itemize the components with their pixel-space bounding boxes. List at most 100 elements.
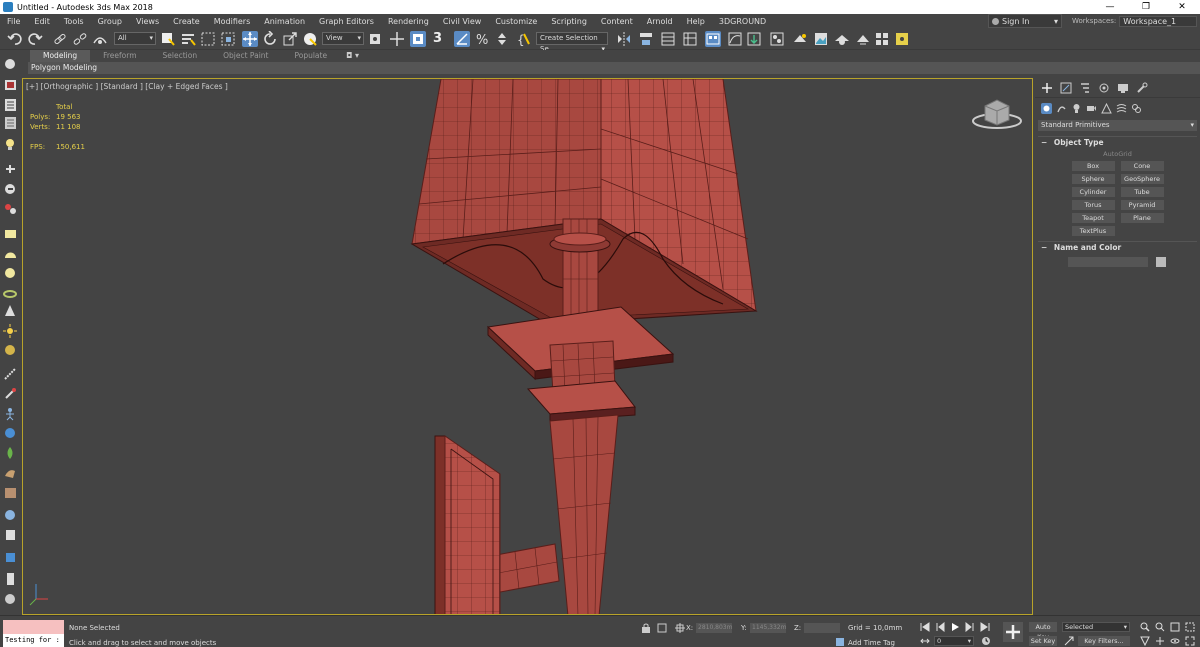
maxscript-mini-listener[interactable]: Testing for : (3, 634, 64, 647)
spinner-snap-icon[interactable] (494, 31, 510, 47)
tab-populate[interactable]: Populate (281, 50, 340, 62)
zoom-icon[interactable] (1140, 622, 1150, 632)
key-mode-icon[interactable] (920, 636, 930, 646)
viewport-layout-icon[interactable] (3, 57, 18, 71)
next-frame-icon[interactable] (965, 622, 975, 632)
viewport-label-menu[interactable]: [+] [Orthographic ] [Standard ] [Clay + … (26, 82, 228, 91)
biped-icon[interactable] (3, 407, 18, 421)
workspace-dropdown[interactable]: Workspace_1 (1119, 15, 1198, 27)
perspective-viewport[interactable]: [+] [Orthographic ] [Standard ] [Clay + … (22, 78, 1033, 615)
close-icon[interactable]: ✕ (1164, 0, 1200, 14)
phone-icon[interactable] (3, 572, 18, 586)
cone-icon[interactable] (3, 304, 18, 318)
render-setup-icon[interactable] (792, 31, 808, 47)
tube-button[interactable]: Tube (1120, 187, 1164, 197)
menu-rendering[interactable]: Rendering (381, 17, 436, 26)
snaps-toggle-button[interactable]: 3 (433, 31, 451, 47)
maximize-icon[interactable]: ❐ (1128, 0, 1164, 14)
package-icon[interactable] (3, 528, 18, 542)
render-production-icon[interactable] (834, 31, 850, 47)
tab-object-paint[interactable]: Object Paint (210, 50, 281, 62)
layer-explorer-icon[interactable] (682, 31, 698, 47)
y-coord-field[interactable]: 1145,332m (750, 623, 786, 633)
camera-sequencer-icon[interactable] (3, 182, 18, 196)
paint-icon[interactable] (3, 387, 18, 401)
cameras-category-icon[interactable] (1086, 103, 1097, 114)
menu-3dground[interactable]: 3DGROUND (712, 17, 773, 26)
link-icon[interactable] (52, 31, 68, 47)
menu-modifiers[interactable]: Modifiers (207, 17, 258, 26)
sphere-button[interactable]: Sphere (1071, 174, 1115, 184)
name-color-rollout[interactable]: − Name and Color (1038, 241, 1197, 253)
ribbon-toggle-icon[interactable] (705, 31, 721, 47)
menu-arnold[interactable]: Arnold (640, 17, 680, 26)
select-manipulate-icon[interactable] (389, 31, 405, 47)
menu-scripting[interactable]: Scripting (544, 17, 594, 26)
object-type-rollout[interactable]: − Object Type (1038, 136, 1197, 148)
ribbon-subpanel[interactable]: Polygon Modeling (28, 62, 1200, 74)
menu-content[interactable]: Content (594, 17, 640, 26)
cylinder-button[interactable]: Cylinder (1071, 187, 1115, 197)
animal-icon[interactable] (3, 466, 18, 480)
menu-tools[interactable]: Tools (57, 17, 91, 26)
select-object-icon[interactable] (160, 31, 176, 47)
torus-button[interactable]: Torus (1071, 200, 1115, 210)
lights-category-icon[interactable] (1071, 103, 1082, 114)
go-to-end-icon[interactable] (980, 622, 990, 632)
menu-animation[interactable]: Animation (257, 17, 312, 26)
menu-edit[interactable]: Edit (27, 17, 57, 26)
isolate-selection-icon[interactable] (657, 623, 667, 633)
select-place-icon[interactable] (302, 31, 318, 47)
mirror-icon[interactable] (616, 31, 632, 47)
motion-tab-icon[interactable] (1098, 82, 1110, 94)
z-coord-field[interactable] (804, 623, 840, 633)
align-icon[interactable] (638, 31, 654, 47)
select-by-name-icon[interactable] (180, 31, 196, 47)
selection-filter-dropdown[interactable]: All ▾ (114, 32, 156, 45)
previous-frame-icon[interactable] (935, 622, 945, 632)
key-filters-button[interactable]: Key Filters... (1078, 636, 1130, 646)
select-scale-icon[interactable] (282, 31, 298, 47)
edit-named-selection-icon[interactable]: { (516, 31, 532, 47)
x-coord-field[interactable]: 2810,803m (696, 623, 732, 633)
orbit-icon[interactable] (1170, 636, 1180, 646)
space-warps-category-icon[interactable] (1116, 103, 1127, 114)
preview-sphere-icon[interactable] (3, 508, 18, 522)
render-in-cloud-icon[interactable] (855, 31, 871, 47)
box-primitive-icon[interactable] (3, 227, 18, 241)
pivot-center-icon[interactable] (367, 31, 383, 47)
sign-in-button[interactable]: Sign In ▾ (988, 14, 1062, 28)
redo-icon[interactable] (27, 31, 43, 47)
sun-light-icon[interactable] (3, 324, 18, 338)
object-name-field[interactable] (1068, 257, 1148, 267)
key-mode-dropdown[interactable]: Selected ▾ (1062, 622, 1130, 632)
plugin-icon[interactable] (894, 31, 910, 47)
cube-icon[interactable] (3, 550, 18, 564)
sphere-icon[interactable] (3, 266, 18, 280)
maximize-viewport-icon[interactable] (1185, 636, 1195, 646)
lock-icon[interactable] (641, 623, 651, 633)
key-filter-icon[interactable] (1064, 636, 1074, 646)
object-color-swatch[interactable] (1156, 257, 1166, 267)
angle-snap-icon[interactable] (454, 31, 470, 47)
go-to-start-icon[interactable] (920, 622, 930, 632)
rect-selection-icon[interactable] (200, 31, 216, 47)
shapes-category-icon[interactable] (1056, 103, 1067, 114)
field-of-view-icon[interactable] (1140, 636, 1150, 646)
viewcube-icon[interactable] (971, 94, 1023, 132)
scene-states-icon[interactable] (3, 78, 18, 92)
menu-help[interactable]: Help (680, 17, 712, 26)
autogrid-checkbox[interactable]: AutoGrid (1035, 150, 1200, 158)
cone-button[interactable]: Cone (1120, 161, 1164, 171)
menu-views[interactable]: Views (129, 17, 166, 26)
menu-civil-view[interactable]: Civil View (436, 17, 489, 26)
systems-category-icon[interactable] (1131, 103, 1142, 114)
add-time-tag[interactable]: Add Time Tag (848, 639, 895, 647)
named-selection-dropdown[interactable]: Create Selection Se ▾ (536, 32, 608, 53)
particle-view-icon[interactable] (3, 202, 18, 216)
a360-gallery-icon[interactable] (874, 31, 890, 47)
textplus-button[interactable]: TextPlus (1071, 226, 1115, 236)
schematic-view-icon[interactable] (746, 31, 762, 47)
display-tab-icon[interactable] (1117, 82, 1129, 94)
unlink-icon[interactable] (72, 31, 88, 47)
